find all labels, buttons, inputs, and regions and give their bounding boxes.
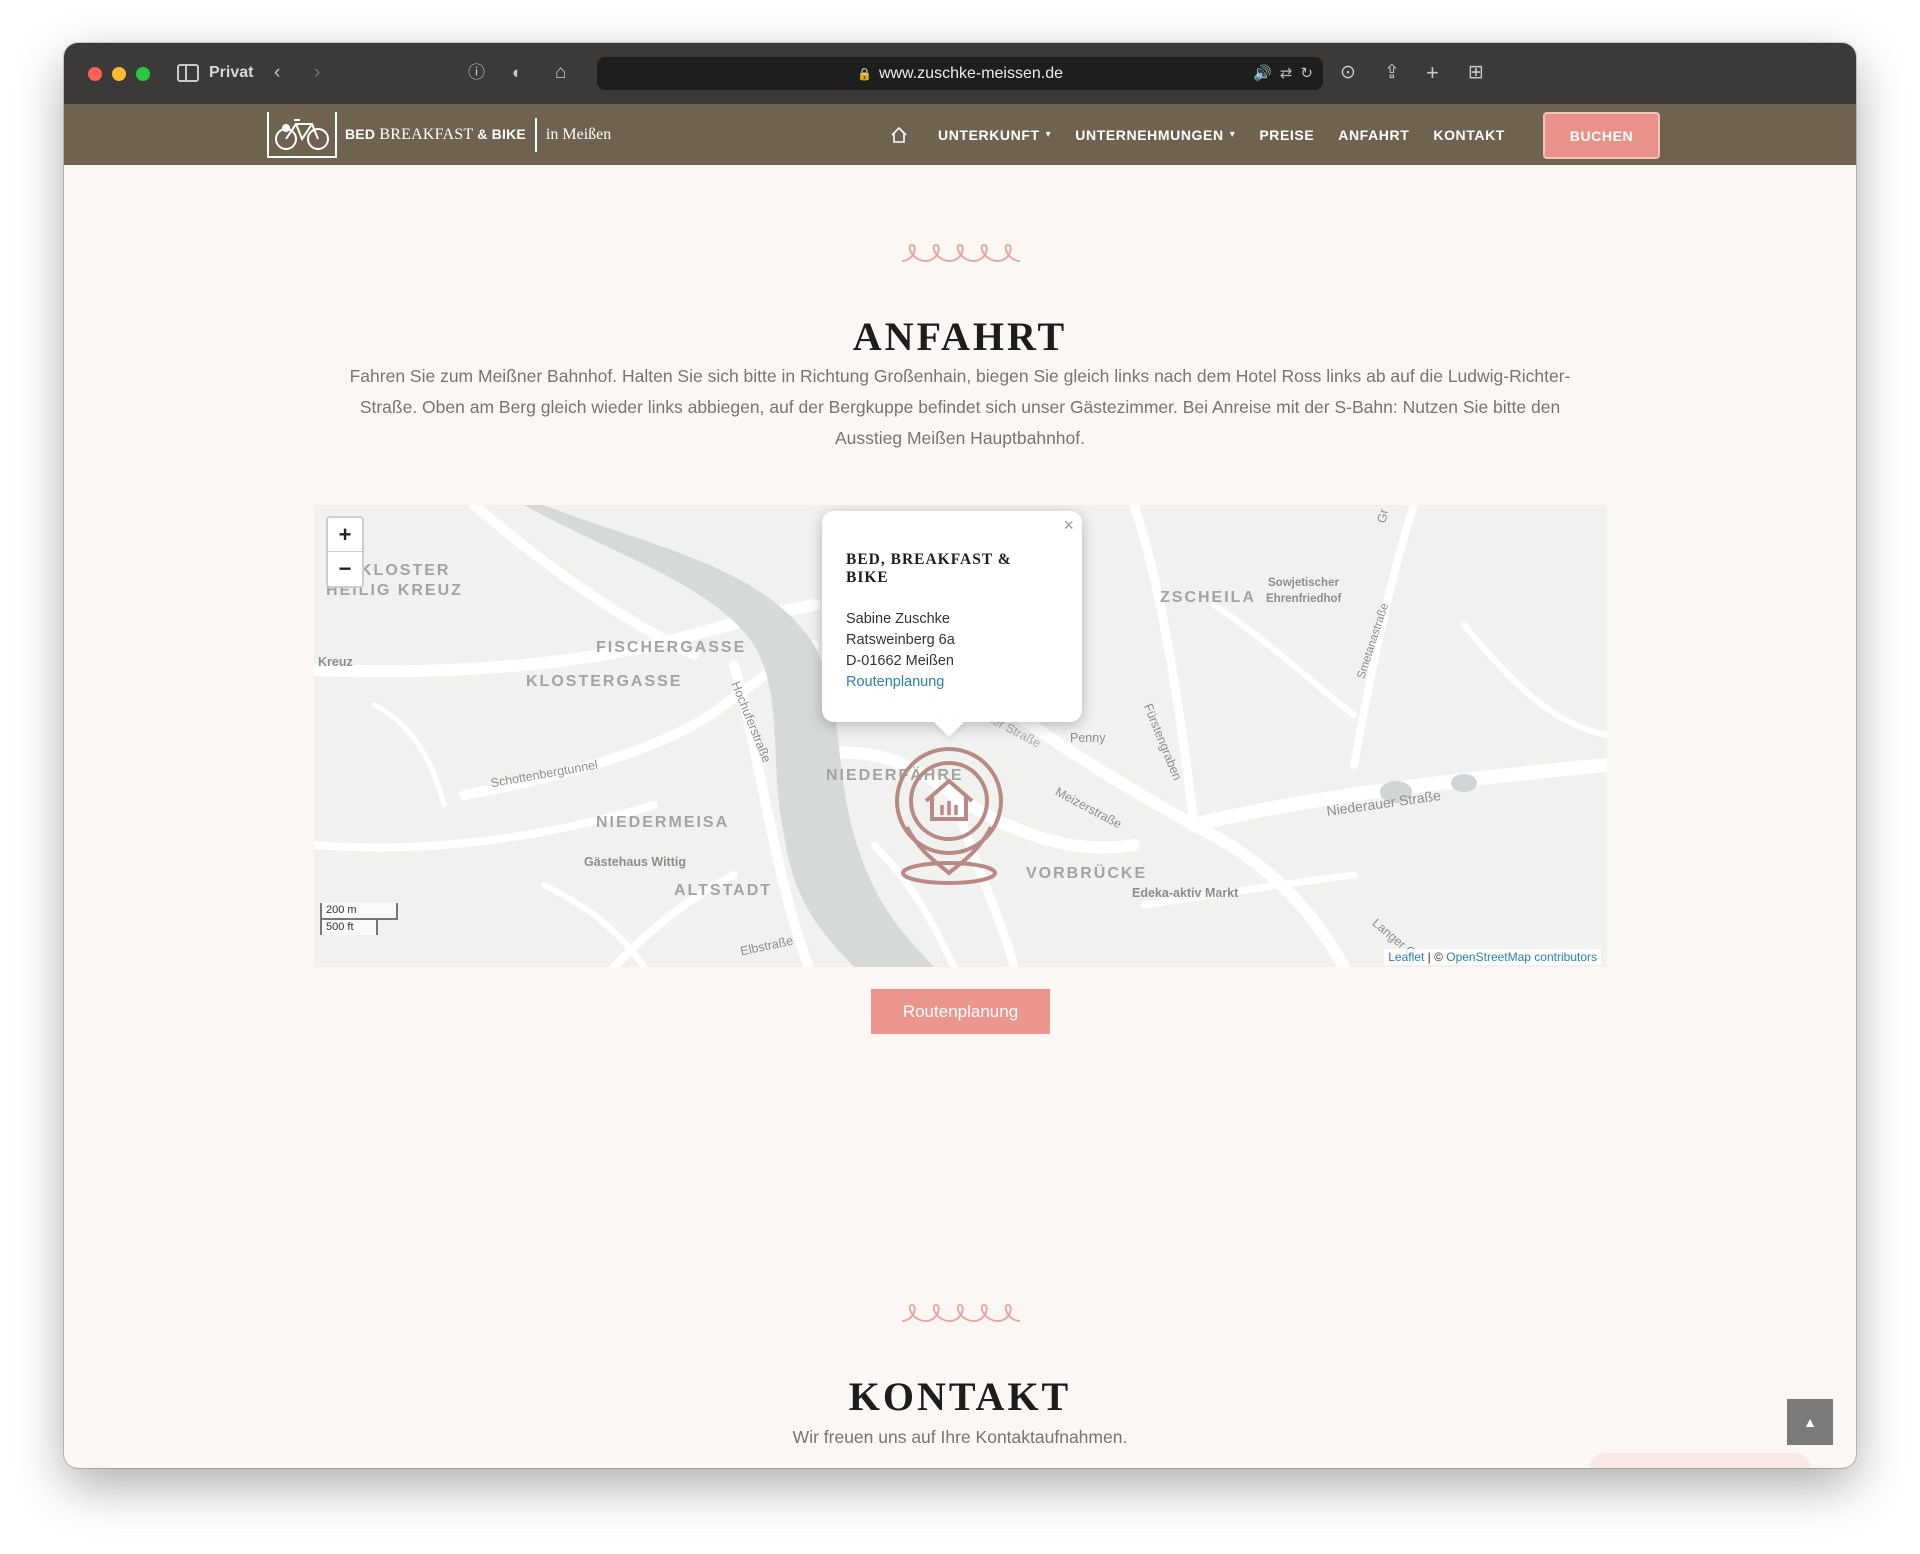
- logo-name: BED BREAKFAST & BIKE: [345, 126, 526, 143]
- chevron-down-icon: ▾: [1045, 129, 1052, 140]
- map-label-zscheila: ZSCHEILA: [1160, 589, 1256, 606]
- map-label-klostergasse: KLOSTERGASSE: [526, 673, 683, 690]
- map-label-vorbruecke: VORBRÜCKE: [1026, 865, 1148, 882]
- map-label-ehrenfriedhof: Ehrenfriedhof: [1266, 593, 1342, 605]
- bottom-widget: [1590, 1453, 1810, 1468]
- map-marker-house-icon[interactable]: [890, 745, 1008, 885]
- popup-title: BED, BREAKFAST & BIKE: [846, 551, 1012, 586]
- popup-route-link[interactable]: Routenplanung: [846, 672, 1058, 693]
- zoom-out-button[interactable]: −: [328, 552, 362, 586]
- home-icon[interactable]: ⌂: [555, 63, 566, 83]
- map[interactable]: KLOSTER HEILIG KREUZ FISCHERGASSE KLOSTE…: [314, 505, 1607, 967]
- anfahrt-text: Fahren Sie zum Meißner Bahnhof. Halten S…: [349, 366, 1571, 448]
- close-window-button[interactable]: [88, 67, 102, 81]
- window-controls: [88, 67, 150, 81]
- map-label-niedermeisa: NIEDERMEISA: [596, 814, 730, 831]
- chevron-down-icon: ▾: [1229, 129, 1236, 140]
- kontakt-subtitle: Wir freuen uns auf Ihre Kontaktaufnahmen…: [792, 1427, 1128, 1447]
- reload-icon[interactable]: ↻: [1300, 64, 1313, 82]
- bike-logo-icon: [267, 112, 337, 158]
- popup-name: Sabine Zuschke: [846, 611, 950, 627]
- osm-link[interactable]: OpenStreetMap contributors: [1446, 950, 1597, 964]
- address-bar[interactable]: 🔒 www.zuschke-meissen.de 🔊 ⇄ ↻: [597, 57, 1323, 90]
- main-nav: UNTERKUNFT ▾ UNTERNEHMUNGEN ▾ PREISE ANFAH…: [890, 104, 1529, 165]
- map-label-altstadt: ALTSTADT: [674, 882, 773, 899]
- map-attribution: Leaflet | © OpenStreetMap contributors: [1384, 949, 1601, 965]
- map-label-gr: Gr: [1374, 507, 1392, 525]
- browser-window: Privat ‹ › ⓘ ◐ ⌂ 🔒 www.zuschke-meissen.d…: [64, 43, 1856, 1468]
- info-icon[interactable]: ⓘ: [468, 63, 485, 83]
- shield-icon[interactable]: ◐: [512, 63, 522, 83]
- zoom-control: + −: [326, 516, 364, 588]
- browser-toolbar: Privat ‹ › ⓘ ◐ ⌂ 🔒 www.zuschke-meissen.d…: [64, 43, 1856, 104]
- speaker-icon[interactable]: 🔊: [1253, 64, 1272, 82]
- map-label-penny: Penny: [1070, 731, 1106, 745]
- nav-item-anfahrt[interactable]: ANFAHRT: [1338, 127, 1409, 143]
- nav-item-unternehmungen[interactable]: UNTERNEHMUNGEN ▾: [1075, 127, 1235, 143]
- nav-home-icon[interactable]: [890, 126, 908, 144]
- map-label-sowjetischer: Sowjetischer: [1268, 577, 1339, 589]
- popup-street: Ratsweinberg 6a: [846, 632, 955, 648]
- popup-city: D-01662 Meißen: [846, 653, 954, 669]
- anfahrt-heading: ANFAHRT: [852, 314, 1068, 359]
- book-button[interactable]: BUCHEN: [1543, 112, 1660, 159]
- logo-divider: [534, 118, 537, 152]
- sidebar-toggle-icon[interactable]: [177, 64, 199, 82]
- scroll-to-top-button[interactable]: ▲: [1787, 1399, 1833, 1445]
- squiggle-ornament-icon: [901, 1304, 1021, 1322]
- new-tab-icon[interactable]: +: [1426, 62, 1439, 84]
- maximize-window-button[interactable]: [136, 67, 150, 81]
- private-mode-label: Privat: [209, 64, 254, 81]
- forward-icon[interactable]: ›: [314, 63, 320, 83]
- nav-item-kontakt[interactable]: KONTAKT: [1433, 127, 1505, 143]
- popup-close-icon[interactable]: ×: [1063, 515, 1074, 536]
- share-icon[interactable]: ⇪: [1384, 63, 1400, 83]
- tab-overview-icon[interactable]: ⊞: [1468, 63, 1484, 83]
- download-icon[interactable]: ⊙: [1340, 63, 1356, 83]
- leaflet-link[interactable]: Leaflet: [1388, 950, 1424, 964]
- map-label-gaestehaus: Gästehaus Wittig: [584, 855, 686, 869]
- logo-city: in Meißen: [545, 126, 612, 143]
- translate-icon[interactable]: ⇄: [1280, 64, 1293, 82]
- lock-icon: 🔒: [856, 66, 872, 81]
- minimize-window-button[interactable]: [112, 67, 126, 81]
- nav-item-unterkunft[interactable]: UNTERKUNFT ▾: [938, 127, 1051, 143]
- map-popup: × BED, BREAKFAST & BIKE Sabine Zuschke R…: [822, 511, 1082, 722]
- zoom-in-button[interactable]: +: [328, 518, 362, 552]
- scale-imperial: 500 ft: [320, 918, 378, 935]
- url-text: www.zuschke-meissen.de: [878, 64, 1064, 82]
- squiggle-ornament-icon: [901, 244, 1021, 262]
- map-label-fischergasse: FISCHERGASSE: [596, 639, 747, 656]
- route-planning-button[interactable]: Routenplanung: [871, 989, 1050, 1034]
- map-label-edeka: Edeka-aktiv Markt: [1132, 886, 1239, 900]
- site-header: BED BREAKFAST & BIKE in Meißen UNTERKUNF…: [64, 104, 1856, 165]
- nav-item-preise[interactable]: PREISE: [1259, 127, 1314, 143]
- map-scale: 200 m 500 ft: [320, 903, 398, 935]
- kontakt-heading: KONTAKT: [848, 1374, 1072, 1419]
- map-label-kreuz: Kreuz: [318, 655, 353, 669]
- back-icon[interactable]: ‹: [274, 63, 280, 83]
- site-logo[interactable]: BED BREAKFAST & BIKE in Meißen: [267, 111, 611, 159]
- chevron-up-icon: ▲: [1803, 1414, 1817, 1430]
- map-label-kloster: KLOSTER: [360, 562, 451, 579]
